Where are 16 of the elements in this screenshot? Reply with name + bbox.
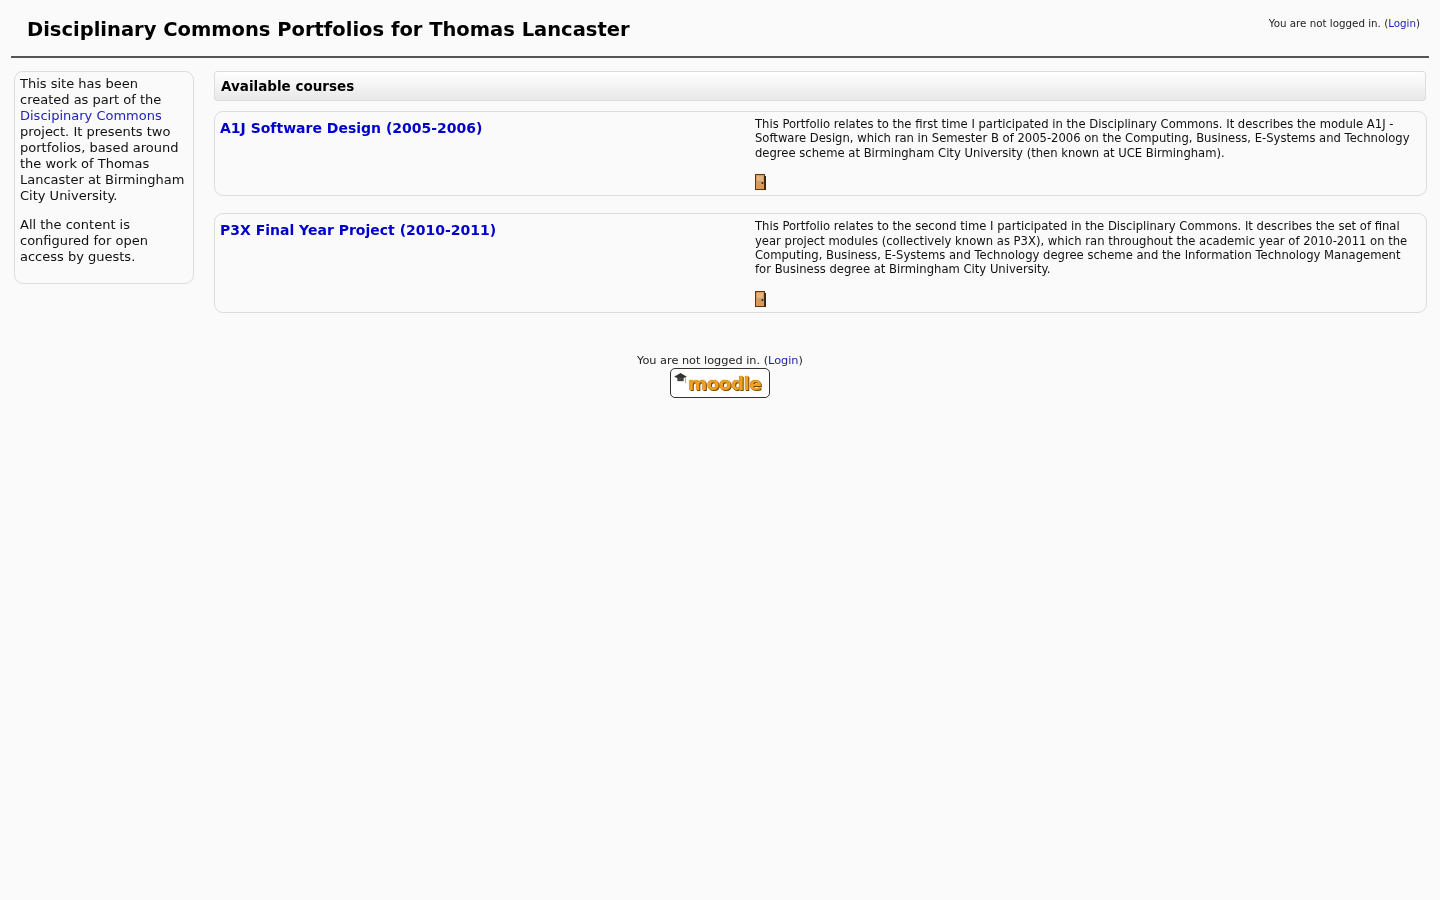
course-summary: This Portfolio relates to the second time I participated in the Disciplinary Commons. It describes the set of final year project modules (collectively known as P3X), which ran throughout the academic year of 2010-2011 on the Computing, Business, E-Systems and Technology degree scheme and the Information Technology Management for Business degree at Birmingham City University. [755,219,1409,277]
page-title: Disciplinary Commons Portfolios for Thomas Lancaster [27,18,630,41]
course-link[interactable]: A1J Software Design (2005-2006) [220,120,755,136]
course-summary: This Portfolio relates to the first time I participated in the Disciplinary Commons. It describes the module A1J - Software Design, which ran in Semester B of 2005-2006 on the Computing, Business, E-Systems and Technology degree scheme at Birmingham City University (then known at UCE Birmingham). [755,117,1411,161]
courses-heading: Available courses [214,71,1426,101]
course-link[interactable]: P3X Final Year Project (2010-2011) [220,222,755,239]
door-icon[interactable] [755,290,766,307]
login-link[interactable]: Login [1388,17,1416,29]
graduation-cap-icon [674,372,687,383]
login-status: You are not logged in. (Login) [637,353,803,367]
login-link[interactable]: Login [768,353,799,367]
door-icon[interactable] [755,174,766,191]
project-link[interactable]: Discipinary Commons [20,108,162,123]
about-text: This site has been created as part of the Discipinary Commons project. It presents two portfolios, based around the work of Thomas Lancaster at Birmingham City University. [20,76,186,204]
login-status: You are not logged in. (Login) [1268,17,1420,29]
about-text: All the content is configured for open access by guests. [20,217,149,265]
